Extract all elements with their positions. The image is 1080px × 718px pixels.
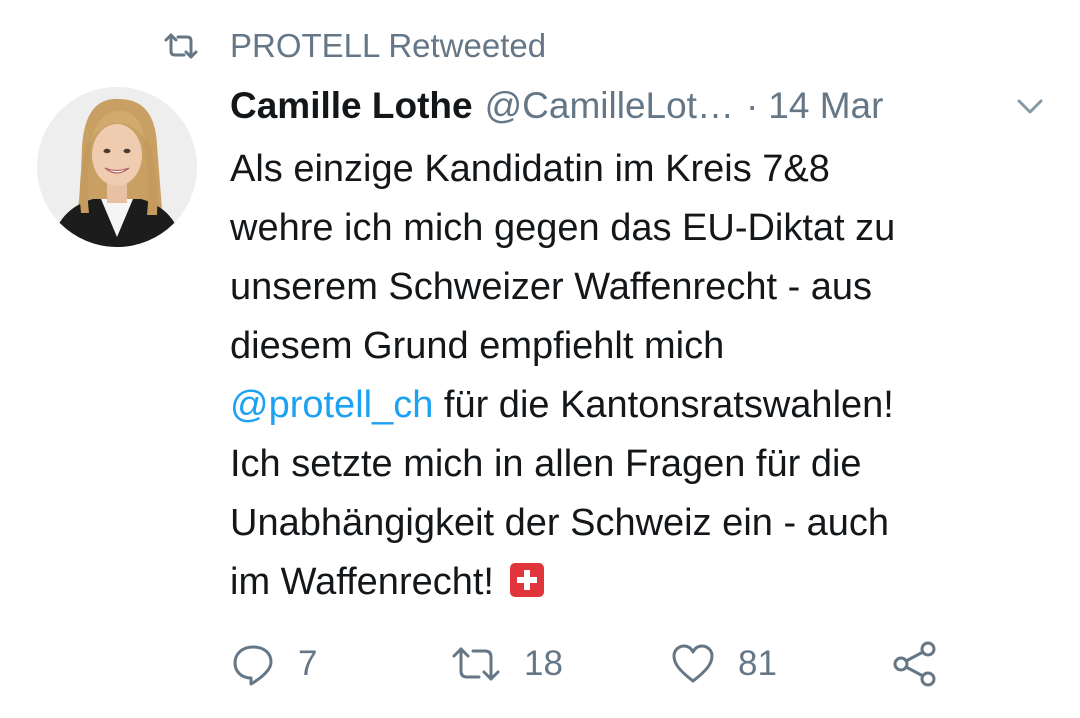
tweet-text: Als einzige Kandidatin im Kreis 7&8 wehr… [230,140,1050,612]
retweet-banner-text: PROTELL Retweeted [230,27,547,64]
share-icon [893,641,936,687]
display-name[interactable]: Camille Lothe [230,85,473,127]
tweet-text-line: Als einzige Kandidatin im Kreis 7&8 [230,148,830,190]
retweet-count: 18 [524,644,563,683]
reply-count: 7 [298,644,318,683]
tweet-text-line: Ich setzte mich in allen Fragen für die [230,443,862,485]
user-handle[interactable]: @CamilleLot… [485,85,734,127]
like-button[interactable]: 81 [670,636,777,692]
heart-icon [672,644,714,683]
tweet-text-line: Unabhängigkeit der Schweiz ein - auch [230,502,890,544]
reply-icon [233,645,273,686]
tweet-date[interactable]: 14 Mar [768,85,883,127]
tweet-header: Camille Lothe @CamilleLot… · 14 Mar [230,80,1050,132]
retweet-icon [452,647,500,681]
tweet-text-line: wehre ich mich gegen das EU-Diktat zu [230,207,896,249]
like-count: 81 [738,644,777,683]
avatar[interactable] [37,87,197,247]
share-button[interactable] [890,636,940,692]
tweet-text-line: @protell_ch für die Kantonsratswahlen! [230,376,1050,435]
reply-button[interactable]: 7 [230,636,317,692]
swiss-flag-emoji [509,563,544,597]
tweet-text-line: im Waffenrecht! [230,553,1050,612]
chevron-down-icon[interactable] [1014,94,1046,118]
avatar-photo [37,87,197,247]
tweet-text-segment: im Waffenrecht! [230,561,494,603]
tweet[interactable]: Camille Lothe @CamilleLot… · 14 Mar Als … [230,80,1050,612]
tweet-text-line: diesem Grund empfiehlt mich [230,325,725,367]
retweet-button[interactable]: 18 [450,636,563,692]
mention-link[interactable]: @protell_ch [230,384,433,426]
retweet-icon [164,33,198,59]
separator-dot: · [745,85,759,126]
retweet-banner[interactable]: PROTELL Retweeted [162,24,546,68]
tweet-text-segment: für die Kantonsratswahlen! [433,384,894,426]
tweet-actions: 7 18 81 [230,636,990,692]
tweet-text-line: unserem Schweizer Waffenrecht - aus [230,266,873,308]
